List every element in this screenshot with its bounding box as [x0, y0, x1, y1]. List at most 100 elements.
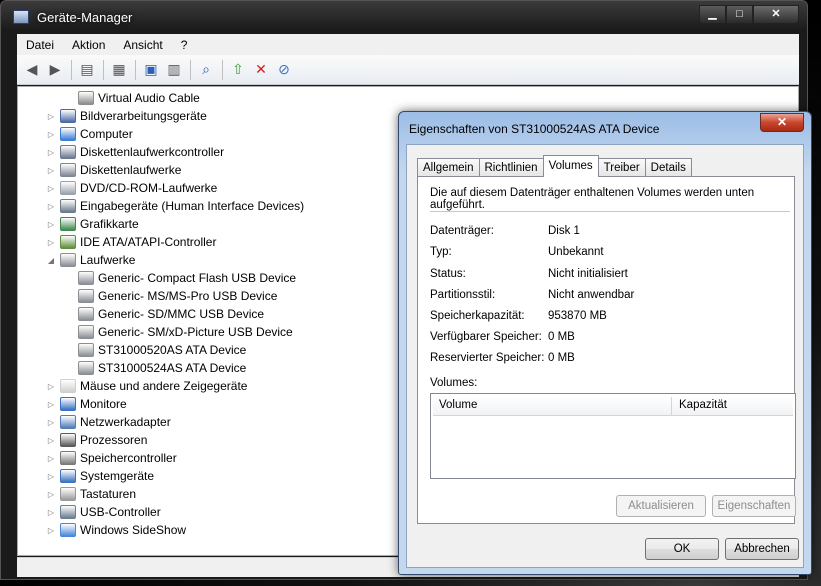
sideshow-icon — [60, 523, 76, 537]
tab-allgemein[interactable]: Allgemein — [417, 158, 480, 177]
keyboard-icon — [60, 487, 76, 501]
tree-node[interactable]: ▷ Speichercontroller — [46, 449, 177, 467]
tree-node[interactable]: ◢ Laufwerke — [46, 251, 135, 269]
tree-node[interactable]: ST31000520AS ATA Device — [64, 341, 246, 359]
tree-node[interactable]: ▷ IDE ATA/ATAPI-Controller — [46, 233, 216, 251]
tree-node[interactable]: ▷ Netzwerkadapter — [46, 413, 171, 431]
tree-node[interactable]: ▷ Prozessoren — [46, 431, 147, 449]
prop-label-status: Status: — [430, 268, 466, 280]
tree-node[interactable]: Generic- Compact Flash USB Device — [64, 269, 296, 287]
prop-value-capacity: 953870 MB — [548, 310, 607, 322]
tree-node[interactable]: ▷ Windows SideShow — [46, 521, 186, 539]
close-button[interactable]: ✕ — [753, 5, 799, 24]
tab-details[interactable]: Details — [644, 158, 692, 177]
tab-richtlinien[interactable]: Richtlinien — [478, 158, 544, 177]
tree-expander-icon[interactable]: ▷ — [46, 202, 56, 211]
forward-arrow-icon[interactable]: ▶ — [44, 59, 66, 81]
volumes-list-header: Volume Kapazität — [433, 396, 793, 416]
device-manager-icon — [13, 10, 29, 24]
tree-expander-icon[interactable]: ▷ — [46, 220, 56, 229]
tree-node[interactable]: Generic- SM/xD-Picture USB Device — [64, 323, 293, 341]
tree-expander-icon[interactable]: ▷ — [46, 382, 56, 391]
tree-expander-icon[interactable]: ▷ — [46, 184, 56, 193]
tab-treiber[interactable]: Treiber — [597, 158, 646, 177]
tree-node[interactable]: Virtual Audio Cable — [64, 89, 200, 107]
menu-ansicht[interactable]: Ansicht — [114, 38, 171, 52]
volumes-panel: Die auf diesem Datenträger enthaltenen V… — [417, 176, 796, 524]
menu-aktion[interactable]: Aktion — [63, 38, 114, 52]
tab-volumes[interactable]: Volumes — [542, 155, 599, 177]
tree-node-label: USB-Controller — [80, 505, 161, 519]
tree-expander-icon[interactable]: ▷ — [46, 130, 56, 139]
computer-icon — [60, 127, 76, 141]
tree-node[interactable]: ▷ Diskettenlaufwerke — [46, 161, 181, 179]
tree-node[interactable]: ST31000524AS ATA Device — [64, 359, 246, 377]
volumes-list[interactable]: Volume Kapazität — [430, 393, 796, 479]
controller-icon — [60, 145, 76, 159]
tree-node[interactable]: ▷ Eingabegeräte (Human Interface Devices) — [46, 197, 304, 215]
column-separator[interactable] — [671, 397, 672, 415]
tree-node[interactable]: ▷ Mäuse und andere Zeigegeräte — [46, 377, 247, 395]
uninstall-icon[interactable]: ✕ — [250, 59, 272, 81]
tree-expander-icon[interactable]: ▷ — [46, 436, 56, 445]
tree-node-label: Generic- MS/MS-Pro USB Device — [98, 289, 278, 303]
refresh-button[interactable]: Aktualisieren — [616, 495, 706, 517]
dvd-icon — [60, 181, 76, 195]
tree-node[interactable]: ▷ Tastaturen — [46, 485, 136, 503]
tree-expander-icon[interactable]: ▷ — [46, 418, 56, 427]
update-driver-icon[interactable]: ⇧ — [227, 59, 249, 81]
tree-node[interactable]: Generic- MS/MS-Pro USB Device — [64, 287, 277, 305]
prop-value-free-space: 0 MB — [548, 331, 575, 343]
cancel-button[interactable]: Abbrechen — [725, 538, 799, 560]
tree-expander-icon[interactable]: ▷ — [46, 112, 56, 121]
tree-expander-icon[interactable]: ▷ — [46, 148, 56, 157]
column-header-volume[interactable]: Volume — [439, 399, 477, 411]
toolbar-separator — [103, 59, 104, 80]
column-header-capacity[interactable]: Kapazität — [679, 399, 727, 411]
tree-expander-icon[interactable]: ▷ — [46, 490, 56, 499]
console-tree-icon[interactable]: ▤ — [76, 59, 98, 81]
tree-expander-icon[interactable]: ▷ — [46, 508, 56, 517]
menu-datei[interactable]: Datei — [17, 38, 63, 52]
tree-expander-icon[interactable]: ◢ — [46, 256, 56, 265]
tree-expander-icon[interactable]: ▷ — [46, 400, 56, 409]
tree-node-label: Virtual Audio Cable — [98, 91, 200, 105]
window-title: Geräte-Manager — [37, 10, 133, 25]
volume-properties-button[interactable]: Eigenschaften — [712, 495, 796, 517]
tree-node[interactable]: ▷ DVD/CD-ROM-Laufwerke — [46, 179, 217, 197]
drive-icon — [60, 253, 76, 267]
tree-node[interactable]: ▷ Bildverarbeitungsgeräte — [46, 107, 207, 125]
prop-label-type: Typ: — [430, 246, 452, 258]
dialog-close-button[interactable]: ✕ — [760, 113, 804, 132]
title-bar[interactable]: Geräte-Manager ▁ □ ✕ — [1, 1, 807, 33]
tree-node-label: Generic- SD/MMC USB Device — [98, 307, 265, 321]
menu-help[interactable]: ? — [172, 38, 197, 52]
tree-expander-icon[interactable]: ▷ — [46, 166, 56, 175]
tree-node[interactable]: ▷ Grafikkarte — [46, 215, 139, 233]
minimize-button[interactable]: ▁ — [699, 5, 726, 24]
toolbar-separator — [190, 59, 191, 80]
dialog-title: Eigenschaften von ST31000524AS ATA Devic… — [409, 122, 660, 136]
tree-node-label: Speichercontroller — [80, 451, 177, 465]
tree-node[interactable]: ▷ Monitore — [46, 395, 127, 413]
tree-node[interactable]: ▷ Diskettenlaufwerkcontroller — [46, 143, 224, 161]
tree-node[interactable]: ▷ USB-Controller — [46, 503, 161, 521]
back-arrow-icon[interactable]: ◀ — [21, 59, 43, 81]
action-pane-icon[interactable]: ▥ — [163, 59, 185, 81]
tree-expander-icon[interactable]: ▷ — [46, 472, 56, 481]
scan-hardware-icon[interactable]: ⌕ — [195, 59, 217, 81]
tree-node[interactable]: Generic- SD/MMC USB Device — [64, 305, 264, 323]
tree-expander-icon[interactable]: ▷ — [46, 238, 56, 247]
drive-icon — [78, 361, 94, 375]
tree-expander-icon[interactable]: ▷ — [46, 454, 56, 463]
tree-node-label: Diskettenlaufwerkcontroller — [80, 145, 225, 159]
prop-label-partition-style: Partitionsstil: — [430, 289, 496, 301]
ok-button[interactable]: OK — [645, 538, 719, 560]
disable-device-icon[interactable]: ⊘ — [273, 59, 295, 81]
maximize-button[interactable]: □ — [726, 5, 753, 24]
tree-node[interactable]: ▷ Systemgeräte — [46, 467, 154, 485]
tree-node[interactable]: ▷ Computer — [46, 125, 133, 143]
help-icon[interactable]: ▣ — [140, 59, 162, 81]
properties-icon[interactable]: ▦ — [108, 59, 130, 81]
tree-expander-icon[interactable]: ▷ — [46, 526, 56, 535]
